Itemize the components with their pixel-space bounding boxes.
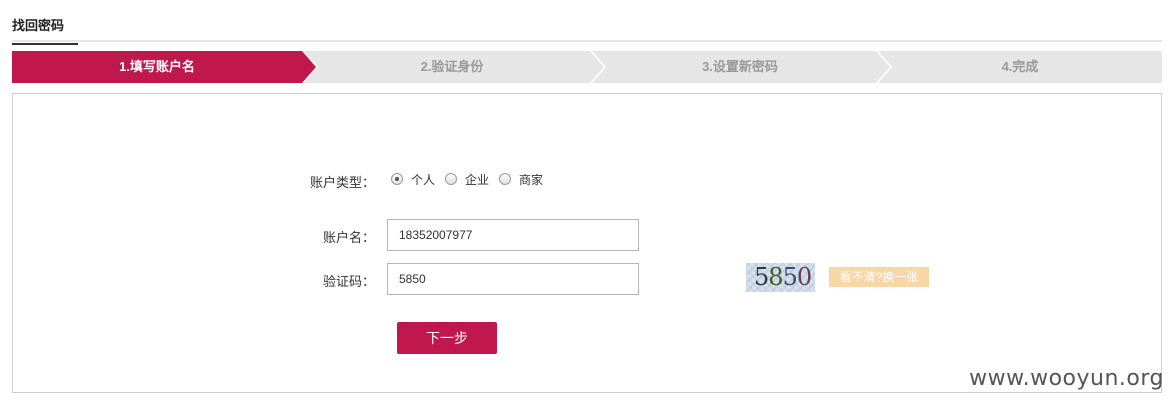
account-name-label: 账户名： [322, 230, 375, 245]
refresh-captcha-link[interactable]: 看不清?换一张 [829, 267, 929, 287]
step-3-label: 3.设置新密码 [702, 59, 778, 74]
step-1-label: 1.填写账户名 [119, 59, 195, 74]
watermark-text: www.wooyun.org [969, 366, 1164, 391]
form-panel: 账户类型： 个人 企业 商家 账户名： 18352007977 验证码： 585… [12, 93, 1162, 393]
page: 找回密码 1.填写账户名 2.验证身份 3.设置新密码 4.完成 账户类型： 个… [0, 0, 1172, 405]
captcha-label: 验证码： [322, 274, 375, 289]
captcha-image[interactable]: 5850 [746, 263, 815, 292]
step-progress-bar: 1.填写账户名 2.验证身份 3.设置新密码 4.完成 [12, 51, 1162, 83]
step-2-label: 2.验证身份 [420, 59, 484, 74]
radio-merchant-label[interactable]: 商家 [519, 171, 543, 188]
header-bar: 找回密码 [12, 0, 1162, 45]
account-type-label: 账户类型： [309, 175, 375, 190]
captcha-image-text: 5850 [754, 263, 812, 291]
account-type-radio-group: 个人 企业 商家 [391, 170, 553, 188]
radio-enterprise[interactable] [445, 173, 458, 185]
radio-merchant[interactable] [499, 173, 512, 185]
captcha-input[interactable]: 5850 [387, 263, 639, 295]
page-title: 找回密码 [12, 15, 78, 45]
account-name-input[interactable]: 18352007977 [387, 219, 639, 251]
radio-personal[interactable] [391, 173, 403, 185]
radio-personal-label[interactable]: 个人 [411, 171, 435, 188]
step-4-label: 4.完成 [1001, 59, 1039, 74]
radio-enterprise-label[interactable]: 企业 [465, 171, 489, 188]
next-step-button[interactable]: 下一步 [397, 322, 497, 354]
